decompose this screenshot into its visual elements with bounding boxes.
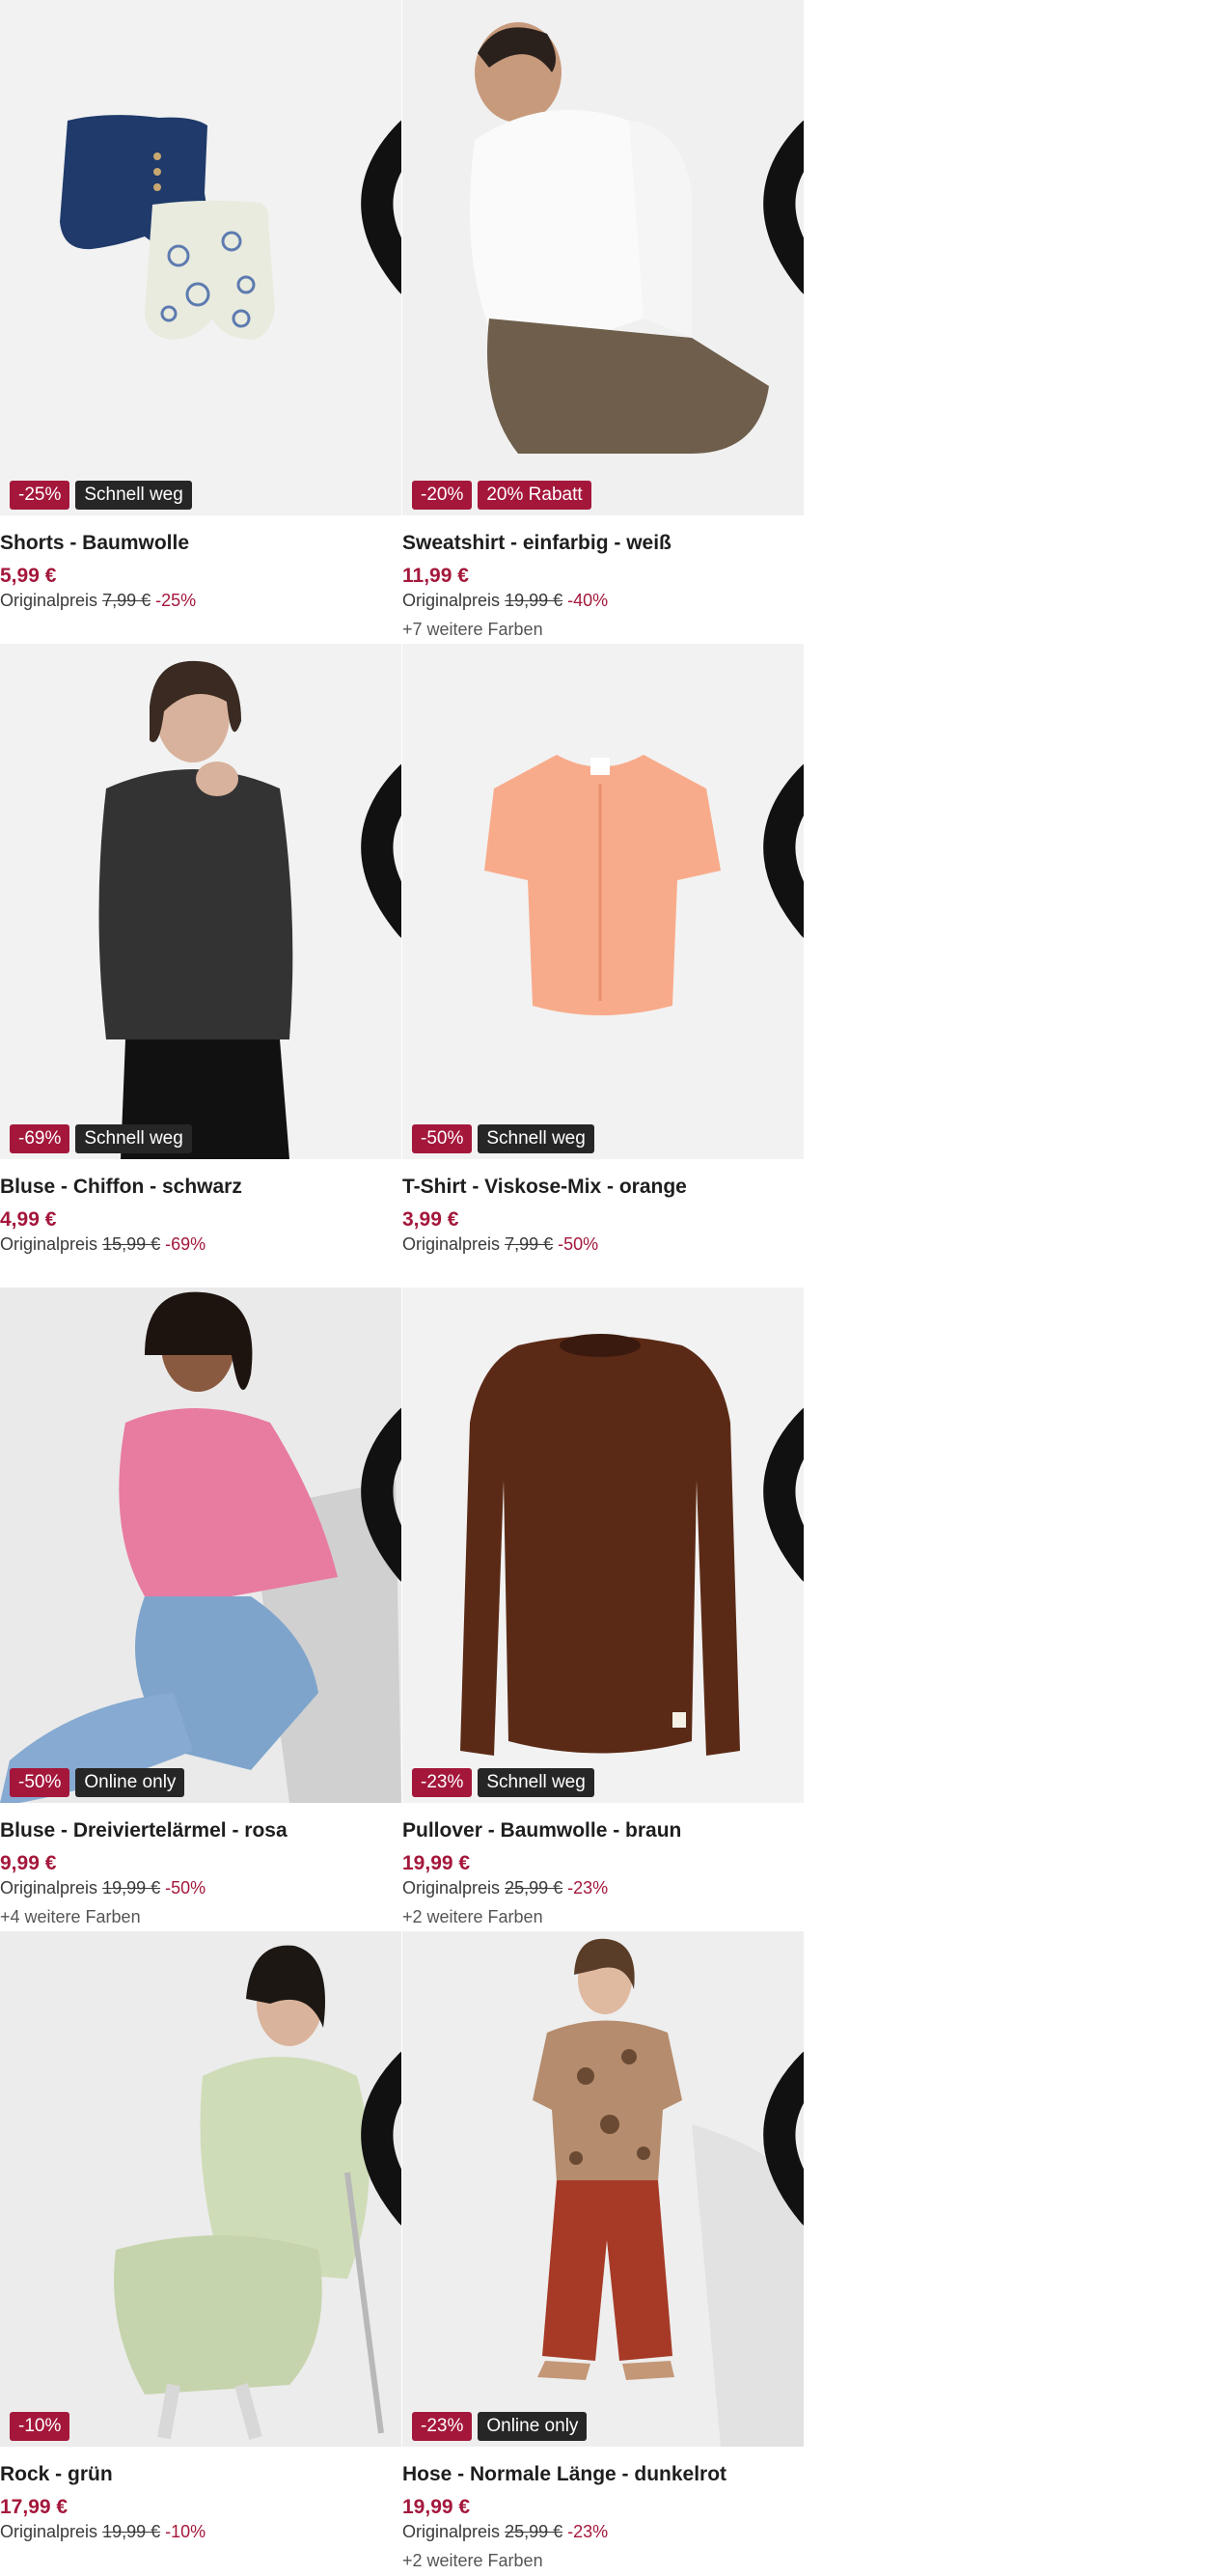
discount-percent: -23% [567,1878,609,1897]
discount-badge: -23% [412,2412,473,2441]
product-title[interactable]: Bluse - Chiffon - schwarz [0,1176,242,1199]
original-price: 7,99 € [505,1234,554,1254]
trousers-photo [402,1931,804,2447]
wishlist-heart-icon[interactable] [357,10,401,294]
product-title[interactable]: Rock - grün [0,2463,113,2486]
product-card[interactable]: -25% Schnell weg Shorts - Baumwolle 5,99… [0,0,401,643]
wishlist-heart-icon[interactable] [759,1297,804,1582]
striped-blouse-photo [0,1288,401,1803]
original-price-line: Originalpreis 7,99 € -50% [402,1234,598,1255]
tag-badge: Schnell weg [478,1124,594,1153]
sale-price: 3,99 € [402,1208,459,1231]
tag-badge: Online only [75,1768,185,1797]
more-colors-link[interactable]: +2 weitere Farben [402,1907,543,1927]
tag-badge: Online only [478,2412,588,2441]
original-price-line: Originalpreis 7,99 € -25% [0,591,196,611]
sale-price: 19,99 € [402,1852,471,1874]
sale-price: 9,99 € [0,1852,57,1874]
original-price-label: Originalpreis [402,1878,501,1897]
original-price-line: Originalpreis 19,99 € -40% [402,591,608,611]
wishlist-heart-icon[interactable] [357,653,401,938]
more-colors-link[interactable]: +2 weitere Farben [402,2551,543,2571]
sale-price: 19,99 € [402,2496,471,2518]
tshirt-photo [484,755,721,1015]
more-colors-link[interactable]: +4 weitere Farben [0,1907,141,1927]
tag-badge: 20% Rabatt [478,481,591,510]
product-title[interactable]: Pullover - Baumwolle - braun [402,1819,681,1842]
product-title[interactable]: Hose - Normale Länge - dunkelrot [402,2463,726,2486]
more-colors-link[interactable]: +7 weitere Farben [402,620,543,640]
product-card[interactable]: -50% Online only Bluse - Dreiviertelärme… [0,1288,401,1930]
sweater-photo [460,1334,740,1756]
discount-badge: -50% [10,1768,70,1797]
sweatshirt-photo [402,0,804,515]
product-card[interactable]: -10% Rock - grün 17,99 € Originalpreis 1… [0,1931,401,2574]
sale-price: 5,99 € [0,565,57,587]
original-price-line: Originalpreis 25,99 € -23% [402,1878,608,1898]
original-price: 25,99 € [505,2522,563,2541]
product-image[interactable]: -25% Schnell weg [0,0,401,515]
tag-badge: Schnell weg [75,1124,192,1153]
product-title[interactable]: T-Shirt - Viskose-Mix - orange [402,1176,687,1199]
original-price-label: Originalpreis [0,591,98,610]
product-image[interactable]: -69% Schnell weg [0,644,401,1159]
discount-percent: -50% [165,1878,206,1897]
original-price-line: Originalpreis 19,99 € -50% [0,1878,206,1898]
original-price: 19,99 € [102,1878,161,1897]
original-price: 7,99 € [102,591,151,610]
discount-badge: -23% [412,1768,473,1797]
wishlist-heart-icon[interactable] [759,1941,804,2226]
tag-badge: Schnell weg [75,481,192,510]
wishlist-heart-icon[interactable] [759,10,804,294]
product-image[interactable]: -20% 20% Rabatt [402,0,804,515]
discount-badge: -50% [412,1124,473,1153]
sale-price: 17,99 € [0,2496,69,2518]
wishlist-heart-icon[interactable] [357,1941,401,2226]
product-card[interactable]: -69% Schnell weg Bluse - Chiffon - schwa… [0,644,401,1287]
original-price-label: Originalpreis [0,2522,98,2541]
sale-price: 11,99 € [402,565,469,587]
discount-percent: -69% [165,1234,206,1254]
original-price-label: Originalpreis [0,1234,98,1254]
original-price-label: Originalpreis [402,2522,501,2541]
product-title[interactable]: Sweatshirt - einfarbig - weiß [402,532,672,555]
product-image[interactable]: -23% Online only [402,1931,804,2447]
discount-badge: -25% [10,481,70,510]
original-price: 15,99 € [102,1234,161,1254]
product-card[interactable]: -20% 20% Rabatt Sweatshirt - einfarbig -… [402,0,804,643]
original-price: 19,99 € [505,591,563,610]
original-price: 25,99 € [505,1878,563,1897]
product-title[interactable]: Shorts - Baumwolle [0,532,189,555]
discount-badge: -10% [10,2412,70,2441]
product-image[interactable]: -10% [0,1931,401,2447]
wishlist-heart-icon[interactable] [357,1297,401,1582]
original-price-label: Originalpreis [0,1878,98,1897]
original-price: 19,99 € [102,2522,161,2541]
product-card[interactable]: -23% Online only Hose - Normale Länge - … [402,1931,804,2574]
product-image[interactable]: -50% Schnell weg [402,644,804,1159]
product-image[interactable]: -23% Schnell weg [402,1288,804,1803]
original-price-line: Originalpreis 15,99 € -69% [0,1234,206,1255]
discount-badge: -20% [412,481,473,510]
original-price-line: Originalpreis 25,99 € -23% [402,2522,608,2542]
discount-percent: -40% [567,591,609,610]
product-card[interactable]: -23% Schnell weg Pullover - Baumwolle - … [402,1288,804,1930]
chiffon-blouse-photo [98,660,293,1159]
discount-badge: -69% [10,1124,70,1153]
original-price-label: Originalpreis [402,591,501,610]
discount-percent: -50% [558,1234,599,1254]
tag-badge: Schnell weg [478,1768,594,1797]
discount-percent: -10% [165,2522,206,2541]
original-price-line: Originalpreis 19,99 € -10% [0,2522,206,2542]
product-card[interactable]: -50% Schnell weg T-Shirt - Viskose-Mix -… [402,644,804,1287]
product-title[interactable]: Bluse - Dreiviertelärmel - rosa [0,1819,288,1842]
discount-percent: -23% [567,2522,609,2541]
shorts-photo [60,115,275,340]
knit-skirt-photo [0,1931,401,2447]
sale-price: 4,99 € [0,1208,57,1231]
original-price-label: Originalpreis [402,1234,501,1254]
discount-percent: -25% [155,591,197,610]
product-image[interactable]: -50% Online only [0,1288,401,1803]
wishlist-heart-icon[interactable] [759,653,804,938]
